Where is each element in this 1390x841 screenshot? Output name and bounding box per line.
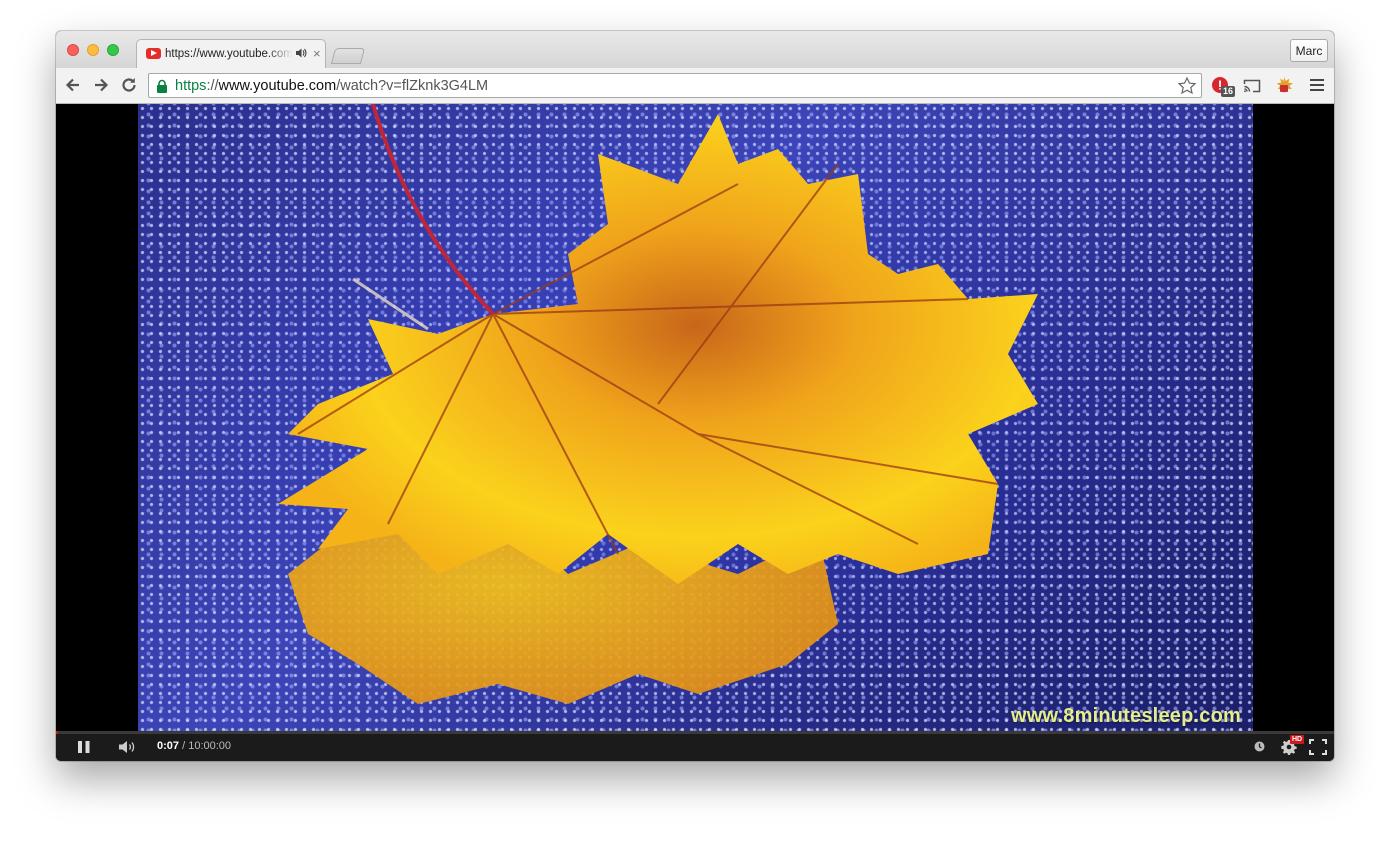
maple-leaf-image — [278, 104, 1038, 704]
adblock-icon[interactable]: 16 — [1211, 76, 1236, 97]
volume-icon[interactable] — [118, 740, 138, 754]
forward-arrow-icon[interactable] — [91, 75, 111, 95]
tab-close-icon[interactable]: × — [313, 46, 321, 61]
video-frame[interactable]: www.8minutesleep.com — [138, 104, 1253, 731]
browser-window: https://www.youtube.com/watch?v=flZknk3G… — [56, 31, 1334, 761]
time-display: 0:07 / 10:00:00 — [157, 740, 231, 752]
back-arrow-icon[interactable] — [63, 75, 83, 95]
new-tab-button[interactable] — [330, 48, 366, 64]
chrome-menu-icon[interactable] — [1310, 79, 1324, 91]
toolbar: https://www.youtube.com/watch?v=flZknk3G… — [56, 68, 1334, 104]
youtube-favicon-icon — [146, 48, 161, 59]
url-text[interactable]: https://www.youtube.com/watch?v=flZknk3G… — [175, 78, 488, 94]
speaker-icon[interactable] — [295, 47, 307, 59]
fullscreen-icon[interactable] — [1309, 739, 1327, 755]
profile-button[interactable]: Marc — [1290, 39, 1328, 62]
video-watermark: www.8minutesleep.com — [1011, 705, 1241, 727]
time-separator: / — [179, 740, 189, 752]
adblock-badge: 16 — [1221, 86, 1236, 97]
cast-icon[interactable] — [1242, 76, 1262, 96]
tab-youtube[interactable]: https://www.youtube.com/watch?v=flZknk3G… — [136, 39, 326, 69]
pause-icon[interactable] — [77, 740, 91, 754]
url-scheme: https — [175, 78, 207, 94]
extension-icon[interactable] — [1274, 76, 1294, 96]
maximize-window-button[interactable] — [107, 44, 119, 56]
close-window-button[interactable] — [67, 44, 79, 56]
progress-fill — [56, 731, 58, 734]
bookmark-star-icon[interactable] — [1177, 76, 1197, 96]
tab-title: https://www.youtube.com/watch?v=flZknk3G… — [165, 48, 293, 60]
url-path: /watch?v=flZknk3G4LM — [336, 78, 489, 94]
current-time: 0:07 — [157, 740, 180, 752]
video-player[interactable]: www.8minutesleep.com — [56, 104, 1334, 731]
hd-badge: HD — [1290, 735, 1305, 744]
url-host: www.youtube.com — [218, 78, 337, 94]
duration: 10:00:00 — [188, 740, 232, 752]
tab-strip: https://www.youtube.com/watch?v=flZknk3G… — [56, 31, 1334, 69]
lock-icon[interactable] — [156, 79, 168, 93]
minimize-window-button[interactable] — [87, 44, 99, 56]
reload-icon[interactable] — [119, 75, 139, 95]
url-separator: :// — [206, 78, 219, 94]
player-controls: 0:07 / 10:00:00 HD — [56, 731, 1334, 761]
watch-later-icon[interactable] — [1254, 741, 1265, 752]
address-bar[interactable]: https://www.youtube.com/watch?v=flZknk3G… — [148, 73, 1202, 98]
progress-bar[interactable] — [56, 731, 1334, 734]
